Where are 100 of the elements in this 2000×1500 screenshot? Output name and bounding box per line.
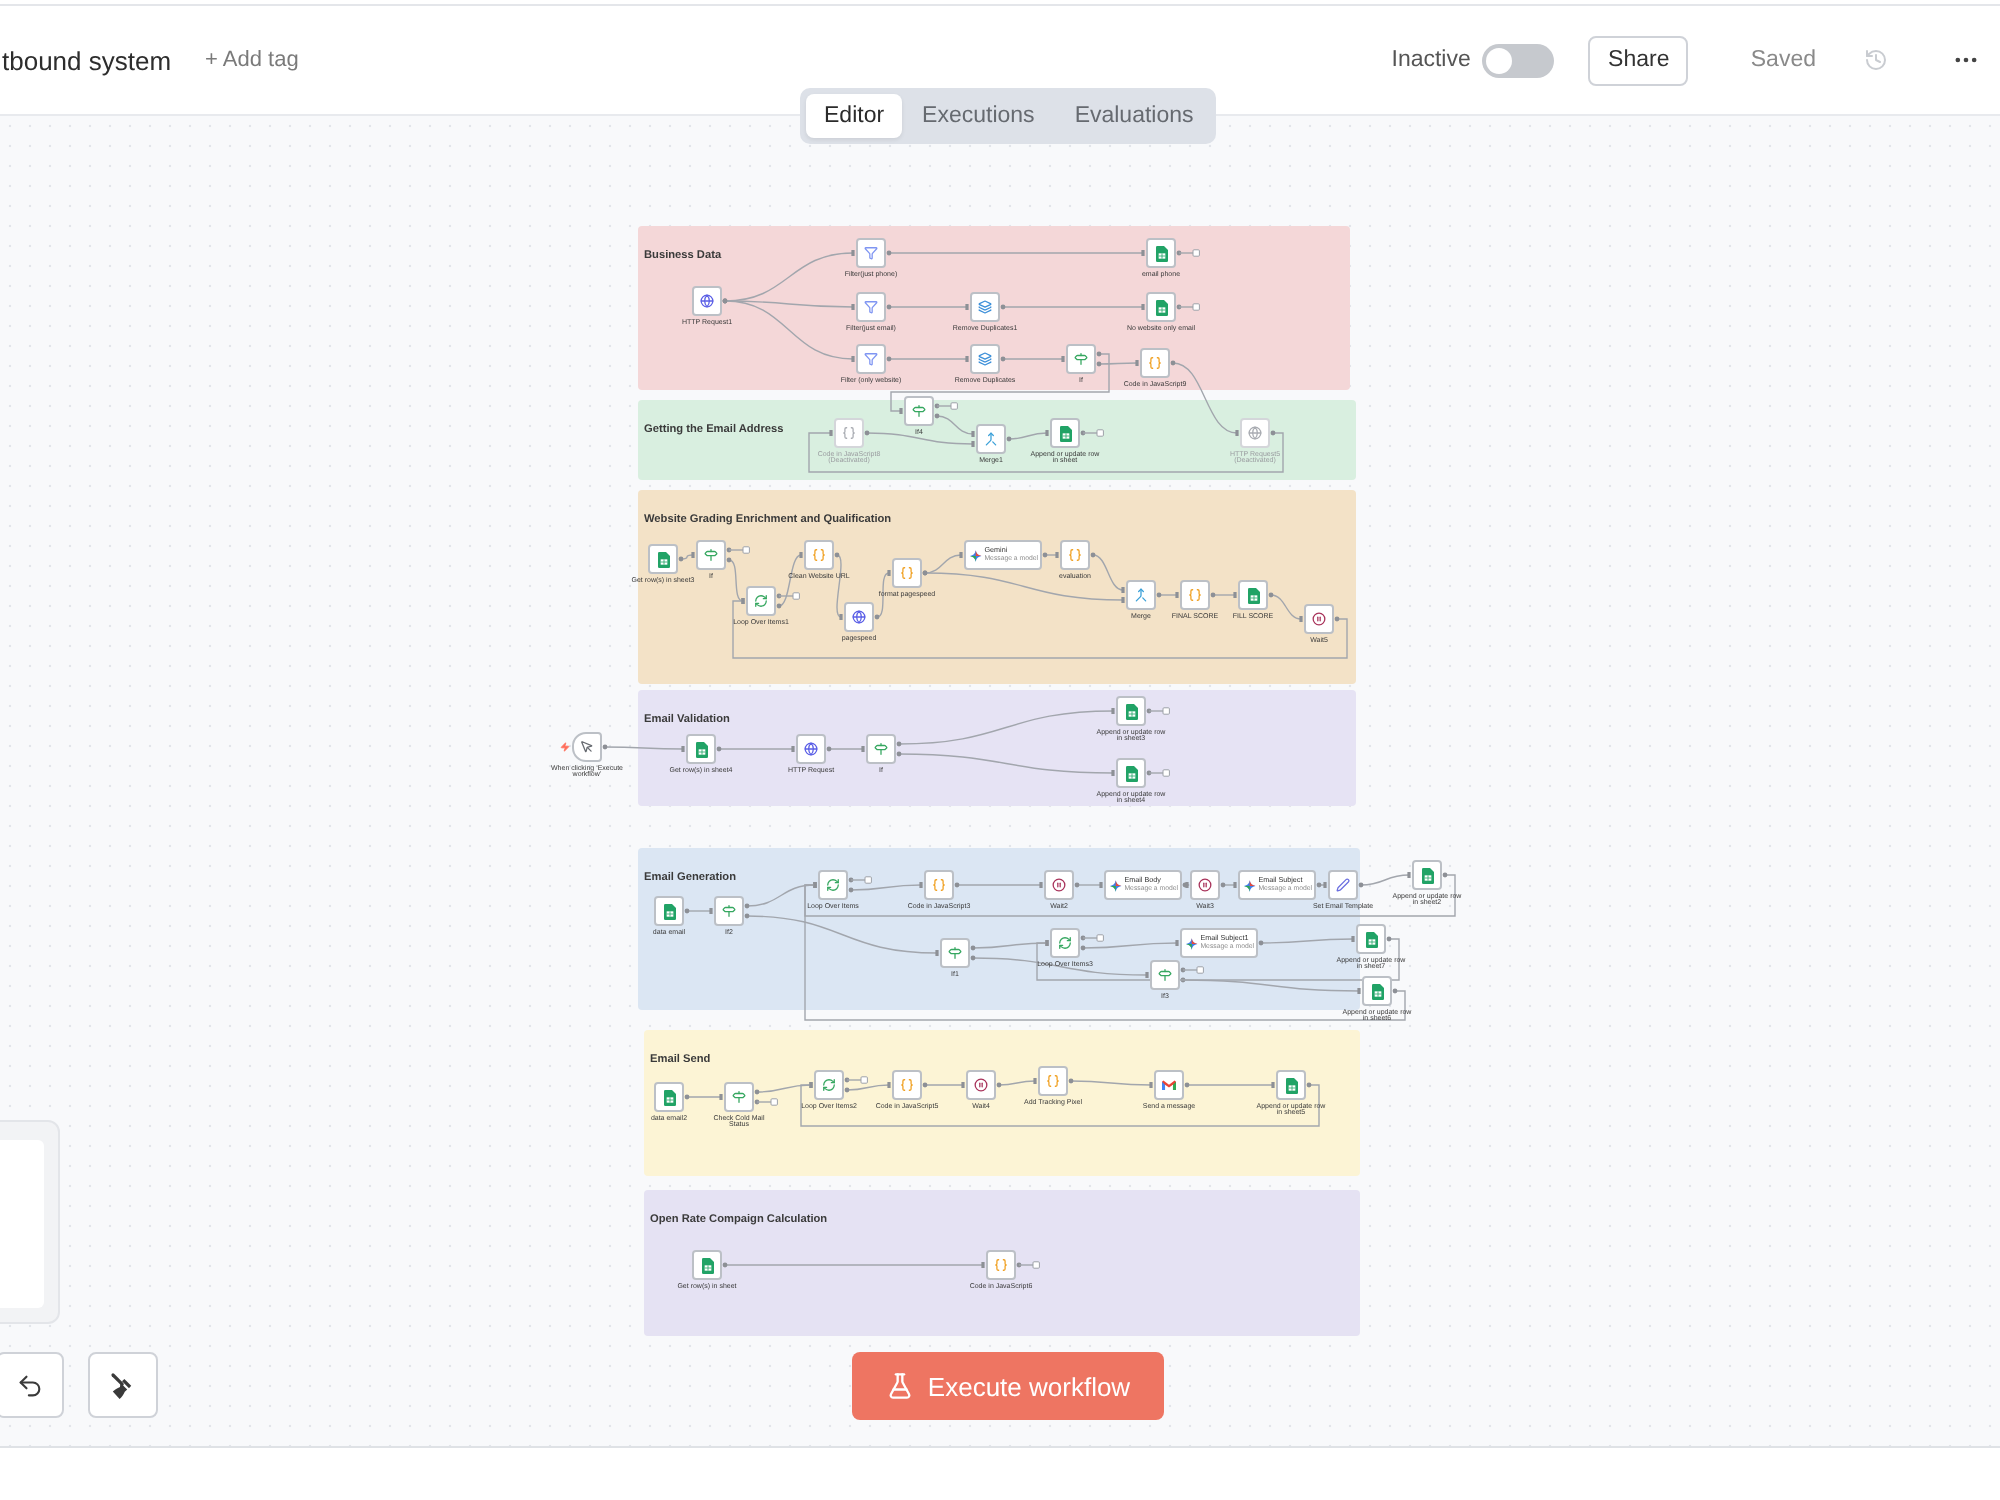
workflow-node[interactable]	[796, 734, 826, 764]
output-handle-icon[interactable]	[844, 1076, 868, 1084]
view-tab[interactable]: Evaluations	[1054, 94, 1214, 138]
workflow-node[interactable]	[1050, 418, 1080, 448]
history-icon[interactable]	[1864, 48, 1888, 72]
pause-icon	[1052, 878, 1066, 892]
view-tab[interactable]: Executions	[902, 94, 1055, 138]
workflow-node[interactable]	[1276, 1070, 1306, 1100]
lightning-icon	[560, 742, 570, 752]
workflow-node[interactable]	[654, 896, 684, 926]
signpost-icon	[722, 904, 736, 918]
spreadsheet-icon	[657, 551, 669, 567]
braces-icon	[900, 1078, 914, 1092]
output-handle-icon[interactable]	[1080, 429, 1104, 437]
workflow-node[interactable]	[1060, 540, 1090, 570]
workflow-node[interactable]	[686, 734, 716, 764]
funnel-icon	[864, 352, 878, 366]
workflow-node[interactable]	[856, 344, 886, 374]
output-handle-icon[interactable]	[1016, 1261, 1040, 1269]
workflow-node[interactable]	[1146, 292, 1176, 322]
workflow-node[interactable]	[692, 286, 722, 316]
globe-icon	[804, 742, 818, 756]
workflow-node[interactable]	[1304, 604, 1334, 634]
workflow-node[interactable]	[892, 558, 922, 588]
view-tab[interactable]: Editor	[806, 94, 903, 138]
output-handle-icon[interactable]	[1176, 249, 1200, 257]
workflow-node[interactable]	[856, 292, 886, 322]
workflow-node[interactable]	[866, 734, 896, 764]
workflow-title[interactable]: tbound system	[2, 45, 172, 75]
spreadsheet-icon	[1285, 1077, 1297, 1093]
workflow-node[interactable]	[1116, 758, 1146, 788]
merge-icon	[1134, 588, 1148, 602]
workflow-node[interactable]	[1356, 924, 1386, 954]
share-button[interactable]: Share	[1588, 35, 1689, 85]
output-handle-icon[interactable]	[1146, 707, 1170, 715]
workflow-node[interactable]	[746, 586, 776, 616]
workflow-node[interactable]	[1116, 696, 1146, 726]
workflow-node[interactable]	[648, 544, 678, 574]
workflow-node[interactable]	[970, 344, 1000, 374]
workflow-node[interactable]	[724, 1082, 754, 1112]
output-handle-icon[interactable]	[726, 546, 750, 554]
output-handle-icon[interactable]	[776, 592, 800, 600]
braces-icon	[900, 566, 914, 580]
workflow-node[interactable]	[1146, 238, 1176, 268]
workflow-node[interactable]	[966, 1070, 996, 1100]
signpost-icon	[874, 742, 888, 756]
workflow-node[interactable]	[714, 896, 744, 926]
loop-arrows-icon	[754, 594, 768, 608]
spreadsheet-icon	[701, 1257, 713, 1273]
undo-button[interactable]	[0, 1352, 64, 1418]
globe-icon	[700, 294, 714, 308]
output-handle-icon[interactable]	[1176, 303, 1200, 311]
workflow-node[interactable]	[1126, 580, 1156, 610]
layers-icon	[978, 352, 992, 366]
output-handle-icon[interactable]	[934, 402, 958, 410]
flask-icon	[885, 1372, 914, 1400]
active-toggle[interactable]	[1482, 43, 1555, 77]
workflow-node[interactable]	[970, 292, 1000, 322]
workflow-node[interactable]	[924, 870, 954, 900]
workflow-node[interactable]	[1140, 348, 1170, 378]
output-handle-icon[interactable]	[848, 876, 872, 884]
workflow-node[interactable]	[818, 870, 848, 900]
signpost-icon	[948, 946, 962, 960]
workflow-node[interactable]	[892, 1070, 922, 1100]
workflow-node[interactable]	[1038, 1066, 1068, 1096]
workflow-node[interactable]	[856, 238, 886, 268]
workflow-node[interactable]	[654, 1082, 684, 1112]
workflow-node[interactable]	[986, 1250, 1016, 1280]
workflow-node[interactable]	[696, 540, 726, 570]
workflow-node[interactable]	[1238, 580, 1268, 610]
workflow-node[interactable]	[1044, 870, 1074, 900]
workflow-node[interactable]	[814, 1070, 844, 1100]
workflow-node[interactable]	[844, 602, 874, 632]
output-handle-icon[interactable]	[754, 1098, 778, 1106]
workflow-node[interactable]	[692, 1250, 722, 1280]
workflow-node[interactable]	[1050, 928, 1080, 958]
output-handle-icon[interactable]	[1080, 934, 1104, 942]
workflow-node[interactable]	[1150, 960, 1180, 990]
workflow-node[interactable]	[1180, 580, 1210, 610]
globe-icon	[1248, 426, 1262, 440]
workflow-node[interactable]	[804, 540, 834, 570]
workflow-node[interactable]	[940, 938, 970, 968]
workflow-node[interactable]	[1066, 344, 1096, 374]
workflow-node[interactable]	[1412, 860, 1442, 890]
workflow-node[interactable]	[1362, 976, 1392, 1006]
workflow-node[interactable]	[1154, 1070, 1184, 1100]
braces-icon	[994, 1258, 1008, 1272]
spreadsheet-icon	[1155, 245, 1167, 261]
workflow-node[interactable]	[1328, 870, 1358, 900]
workflow-node[interactable]	[976, 424, 1006, 454]
clear-canvas-button[interactable]	[88, 1352, 158, 1418]
workflow-node[interactable]	[572, 732, 602, 762]
connection-line	[826, 746, 865, 752]
workflow-node[interactable]	[1190, 870, 1220, 900]
undo-icon	[16, 1371, 44, 1399]
workflow-node[interactable]	[904, 396, 934, 426]
pause-icon	[974, 1078, 988, 1092]
add-tag-link[interactable]: + Add tag	[205, 48, 299, 72]
output-handle-icon[interactable]	[1146, 769, 1170, 777]
output-handle-icon[interactable]	[1180, 966, 1204, 974]
